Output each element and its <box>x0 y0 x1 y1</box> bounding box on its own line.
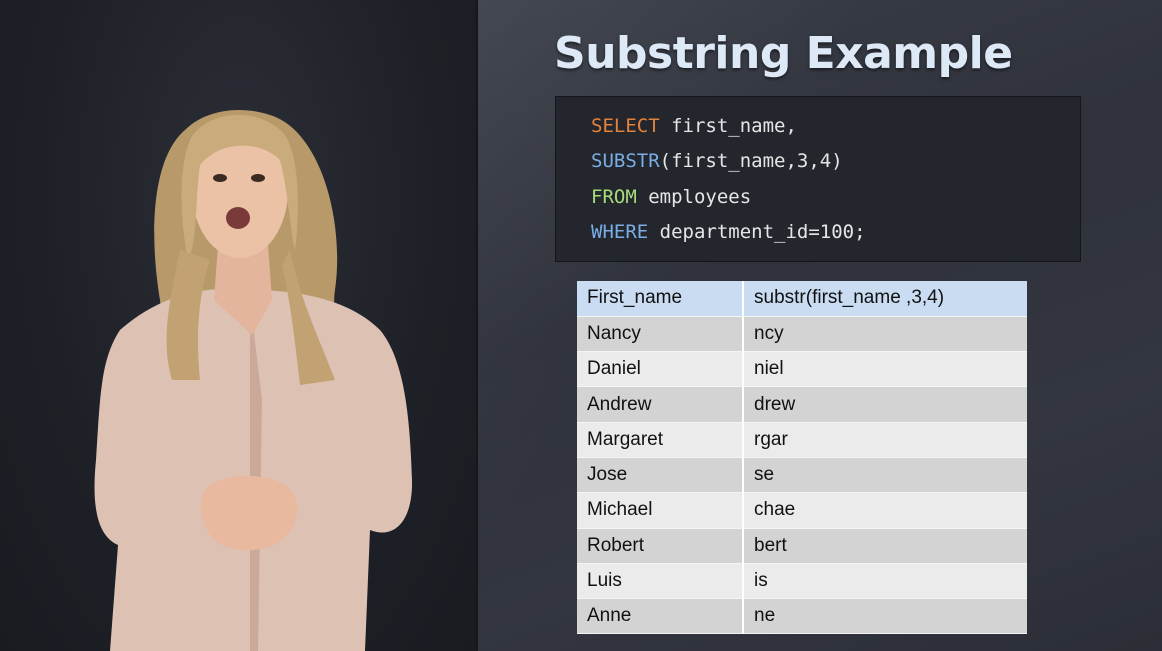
first-name-cell: Luis <box>577 563 744 600</box>
first-name-cell: Andrew <box>577 386 744 423</box>
table-row: Anne ne <box>577 598 1027 635</box>
substr-keyword: SUBSTR <box>591 150 660 173</box>
first-name-cell: Daniel <box>577 351 744 388</box>
sql-code-block: SELECT first_name, SUBSTR(first_name,3,4… <box>555 96 1081 262</box>
column-header-first-name: First_name <box>577 281 744 317</box>
table-row: Margaret rgar <box>577 422 1027 458</box>
substr-cell: se <box>743 457 1027 494</box>
first-name-cell: Jose <box>577 457 744 494</box>
from-keyword: FROM <box>591 185 637 208</box>
substr-cell: chae <box>743 492 1027 529</box>
presenter-panel <box>0 0 476 651</box>
result-table: First_name substr(first_name ,3,4) Nancy… <box>577 281 1027 635</box>
first-name-cell: Anne <box>577 598 744 635</box>
substr-cell: is <box>743 563 1027 600</box>
code-line-where: WHERE department_id=100; <box>591 215 1080 250</box>
first-name-cell: Michael <box>577 492 744 529</box>
substr-cell: ne <box>743 598 1027 635</box>
table-header-row: First_name substr(first_name ,3,4) <box>577 281 1027 317</box>
substr-cell: ncy <box>743 316 1027 353</box>
where-keyword: WHERE <box>591 220 649 243</box>
slide-title: Substring Example <box>554 28 1013 79</box>
code-text: (first_name,3,4) <box>659 150 843 173</box>
first-name-cell: Nancy <box>577 316 744 353</box>
table-row: Luis is <box>577 563 1027 600</box>
table-row: Michael chae <box>577 492 1027 529</box>
code-text: department_id=100; <box>648 220 866 243</box>
first-name-cell: Robert <box>577 528 744 564</box>
table-row: Nancy ncy <box>577 316 1027 353</box>
code-text: employees <box>636 185 752 208</box>
table-row: Robert bert <box>577 528 1027 564</box>
table-row: Jose se <box>577 457 1027 494</box>
code-line-select: SELECT first_name, <box>591 109 1080 144</box>
code-line-from: FROM employees <box>591 180 1080 215</box>
select-keyword: SELECT <box>591 115 660 137</box>
table-row: Daniel niel <box>577 351 1027 388</box>
first-name-cell: Margaret <box>577 422 744 458</box>
substr-cell: rgar <box>743 422 1027 458</box>
presenter-image <box>94 110 413 651</box>
column-header-substr: substr(first_name ,3,4) <box>743 281 1027 317</box>
substr-cell: niel <box>743 351 1027 388</box>
code-line-substr: SUBSTR(first_name,3,4) <box>591 144 1080 179</box>
substr-cell: drew <box>743 386 1027 423</box>
slide-panel: Substring Example SELECT first_name, SUB… <box>478 0 1162 651</box>
substr-cell: bert <box>743 528 1027 564</box>
table-row: Andrew drew <box>577 386 1027 423</box>
code-text: first_name, <box>659 115 797 137</box>
video-frame: Substring Example SELECT first_name, SUB… <box>0 0 1162 651</box>
